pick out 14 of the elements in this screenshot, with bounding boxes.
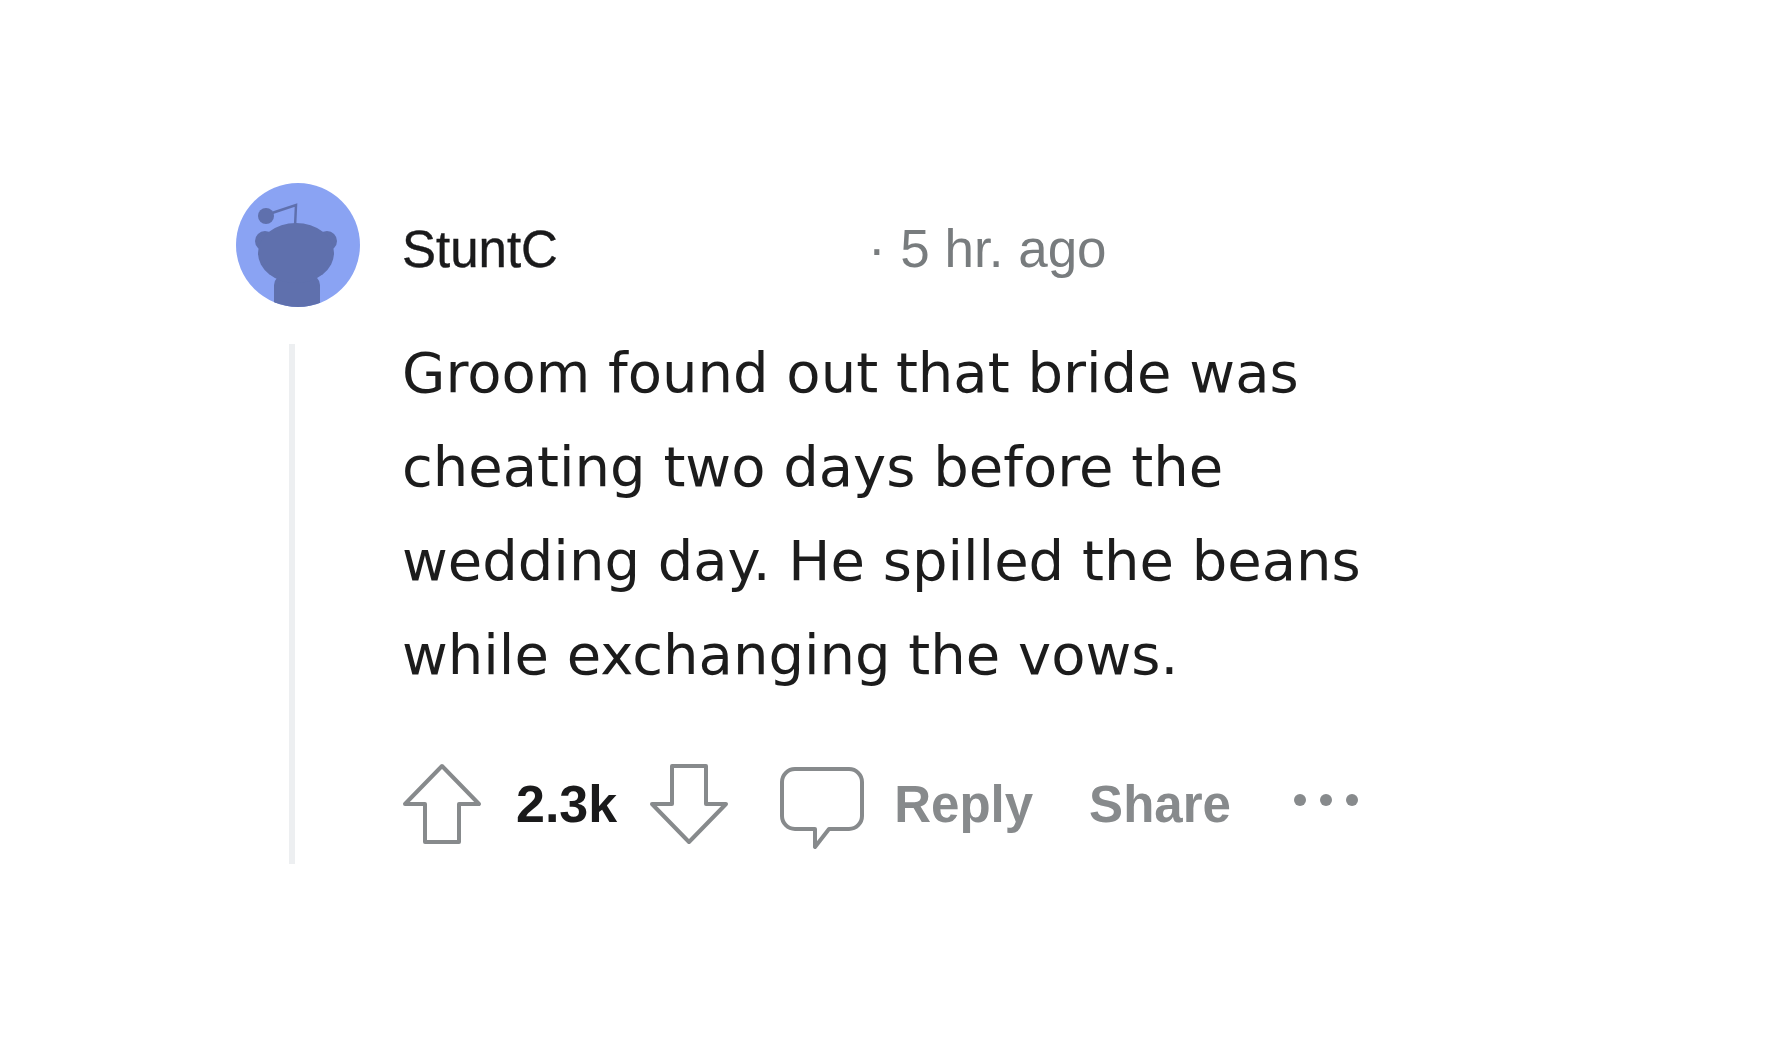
comment-text: Groom found out that bride was cheating two days before the wedding day. He spilled the beans while exchanging the vows.: [402, 339, 1362, 689]
more-options-button[interactable]: [1292, 793, 1359, 807]
down-arrow-icon: [649, 763, 730, 845]
up-arrow-icon: [402, 763, 482, 845]
avatar-icon: [236, 183, 360, 307]
username[interactable]: StuntC: [402, 219, 558, 279]
downvote-button[interactable]: [649, 763, 730, 845]
vote-count: 2.3k: [516, 774, 618, 834]
speech-bubble-icon: [779, 766, 866, 850]
more-icon: [1292, 793, 1359, 807]
reply-button[interactable]: Reply: [779, 758, 1034, 850]
share-button[interactable]: Share: [1089, 774, 1231, 834]
timestamp: · 5 hr. ago: [867, 217, 1107, 279]
upvote-button[interactable]: [402, 763, 482, 845]
